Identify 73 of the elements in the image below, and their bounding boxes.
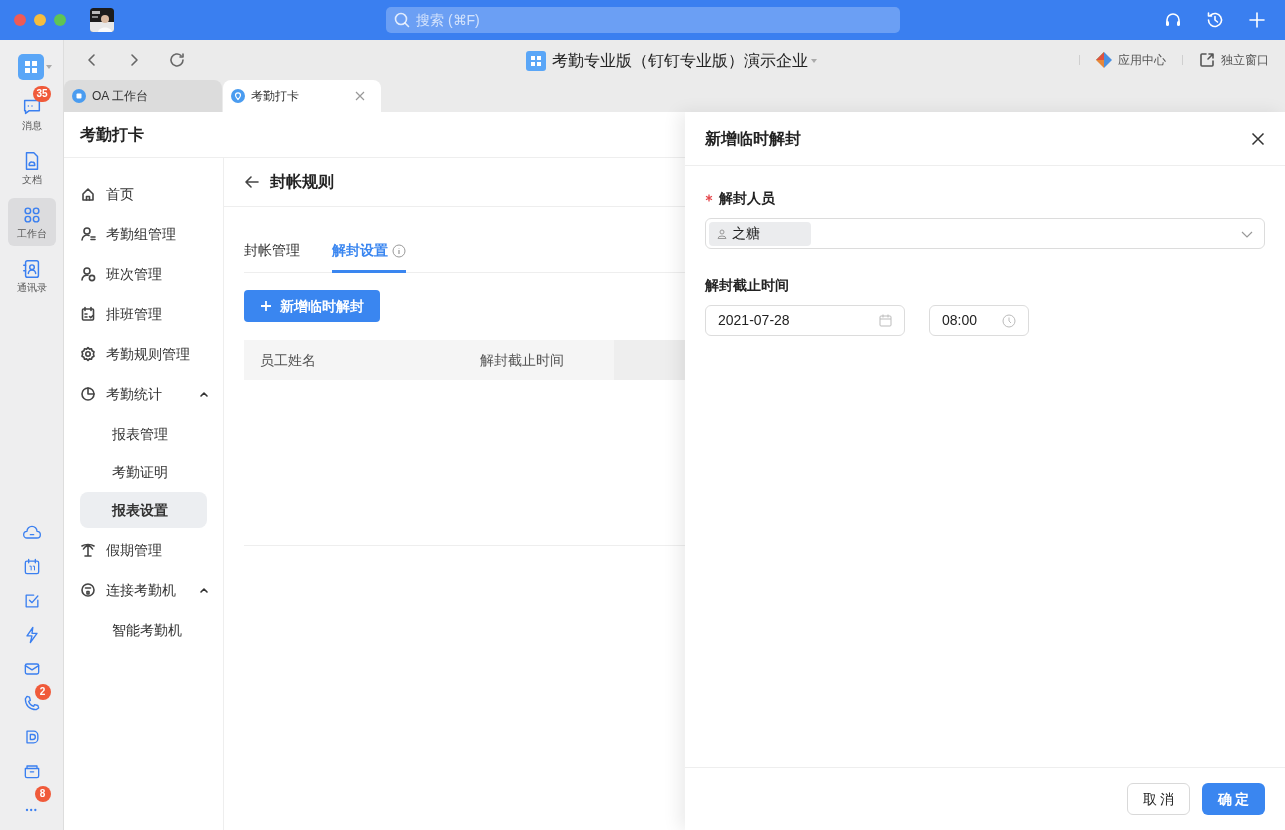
grid-icon	[526, 51, 546, 71]
people-list-icon	[80, 226, 96, 242]
column-header: 解封截止时间	[479, 350, 565, 370]
app-title: 考勤打卡	[80, 124, 144, 145]
zoom-window-button[interactable]	[54, 14, 66, 26]
badge: 35	[33, 86, 51, 102]
nav-item[interactable]: 班次管理	[80, 254, 207, 294]
confirm-button[interactable]: 确 定	[1202, 783, 1265, 815]
caret-icon	[45, 65, 52, 69]
diamond-icon	[1096, 52, 1112, 68]
nav-item[interactable]: 连接考勤机	[80, 570, 207, 610]
home-icon	[80, 186, 96, 202]
field-label: 解封截止时间	[705, 275, 789, 295]
pie-chart-icon	[80, 386, 96, 402]
nav-subitem[interactable]: 考勤证明	[80, 454, 207, 490]
add-button[interactable]: 新增临时解封	[244, 290, 380, 322]
nav-item[interactable]: 假期管理	[80, 530, 207, 570]
location-pin-icon	[231, 89, 245, 103]
rail-item[interactable]: 通讯录	[7, 252, 56, 300]
nav-item[interactable]: 考勤组管理	[80, 214, 207, 254]
new-window-link[interactable]: 独立窗口	[1199, 51, 1269, 69]
person-icon	[717, 228, 727, 239]
badge: 8	[34, 786, 51, 802]
tab[interactable]: 解封设置	[332, 231, 406, 273]
app-center-link[interactable]: 应用中心	[1096, 51, 1166, 69]
nav-item[interactable]: 考勤规则管理	[80, 334, 207, 374]
nav-subitem[interactable]: 报表管理	[80, 416, 207, 452]
organization-switcher[interactable]: 考勤专业版（钉钉专业版）演示企业	[552, 49, 817, 73]
external-window-icon	[1199, 52, 1215, 68]
history-icon[interactable]	[1205, 10, 1225, 30]
tab[interactable]: 封帐管理	[244, 231, 300, 273]
refresh-icon[interactable]	[168, 51, 186, 69]
minimize-window-button[interactable]	[34, 14, 46, 26]
nav-subitem[interactable]: 报表设置	[80, 492, 207, 528]
field-label: 解封人员	[719, 188, 775, 208]
grid-icon[interactable]	[17, 54, 44, 80]
back-arrow-icon[interactable]	[244, 174, 260, 190]
gear-icon	[80, 346, 96, 362]
rail-label: 消息	[21, 118, 42, 133]
nav-item[interactable]: 考勤统计	[80, 374, 207, 414]
chevron-up-icon	[199, 585, 209, 595]
device-icon	[80, 582, 96, 598]
clock-icon	[1002, 313, 1016, 328]
chevron-up-icon	[199, 389, 209, 399]
square-badge-icon	[72, 89, 86, 103]
nav-item[interactable]: 首页	[80, 174, 207, 214]
cancel-button[interactable]: 取 消	[1127, 783, 1190, 815]
rail-label: 工作台	[16, 226, 47, 241]
nav-subitem[interactable]: 智能考勤机	[80, 612, 207, 648]
close-icon[interactable]	[1251, 131, 1265, 146]
calendar-icon	[879, 314, 892, 327]
caret-icon	[811, 59, 817, 63]
badge: 2	[34, 684, 51, 700]
browser-tab[interactable]: 考勤打卡	[223, 80, 381, 112]
plus-icon[interactable]	[1247, 10, 1267, 30]
rail-label: 通讯录	[16, 280, 47, 295]
page-title: 封帐规则	[270, 172, 334, 192]
date-field[interactable]: 2021-07-28	[705, 305, 905, 336]
drawer-title: 新增临时解封	[705, 128, 801, 149]
person-tag[interactable]: 之糖	[709, 221, 811, 246]
rail-label: 文档	[21, 172, 42, 187]
time-field[interactable]: 08:00	[929, 305, 1029, 336]
people-select[interactable]: 之糖	[705, 218, 1265, 249]
rail-item[interactable]: 文档	[7, 144, 56, 192]
nav-item[interactable]: 排班管理	[80, 294, 207, 334]
search-icon	[394, 12, 410, 28]
browser-tab[interactable]: OA 工作台	[64, 80, 222, 112]
calendar-list-icon	[80, 306, 96, 322]
column-header: 员工姓名	[259, 350, 317, 370]
rail-item[interactable]: 工作台	[7, 198, 56, 246]
palm-tree-icon	[80, 542, 96, 558]
plus-icon	[260, 300, 272, 312]
person-clock-icon	[80, 266, 96, 282]
